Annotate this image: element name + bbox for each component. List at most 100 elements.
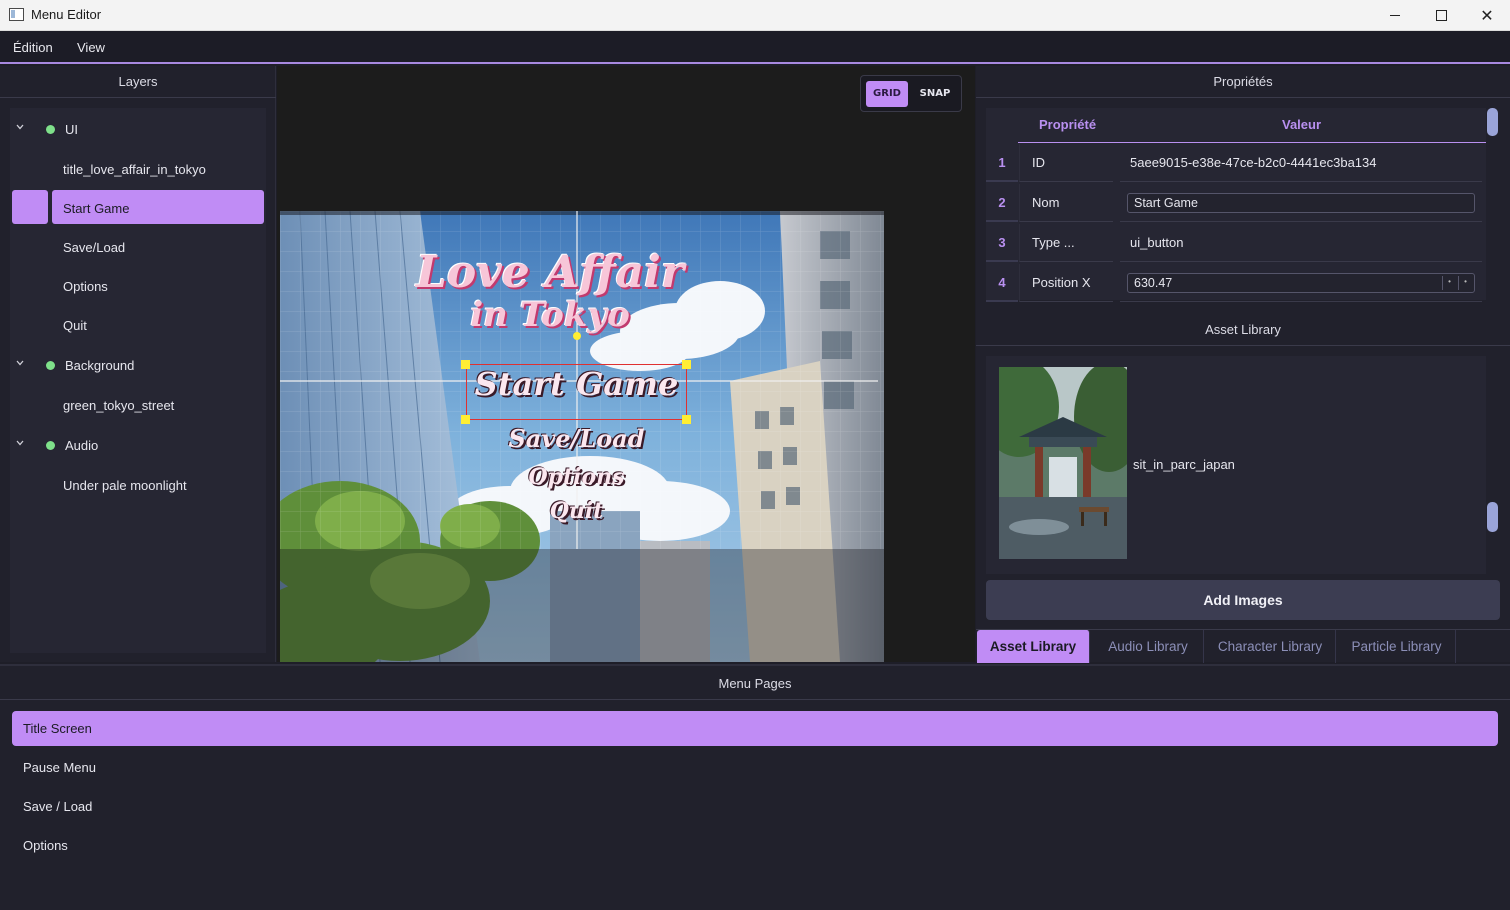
scene-title-line2: in Tokyo [470, 295, 630, 335]
scene-title[interactable]: Love Affair in Tokyo [400, 247, 700, 335]
row-number: 2 [986, 184, 1018, 222]
page-item-pause-menu[interactable]: Pause Menu [12, 750, 1498, 785]
tab-character-library[interactable]: Character Library [1205, 630, 1336, 663]
layer-item-selected[interactable]: Start Game [10, 190, 266, 226]
asset-scrollbar[interactable] [1487, 502, 1498, 532]
asset-library-header: Asset Library [976, 316, 1510, 346]
asset-grid: sit_in_parc_japan [986, 356, 1486, 574]
row-number: 1 [986, 144, 1018, 182]
menu-view[interactable]: View [77, 40, 105, 55]
page-item-options[interactable]: Options [12, 828, 1498, 863]
minimize-icon [1390, 15, 1400, 16]
resize-handle[interactable] [461, 415, 470, 424]
column-header-property: Propriété [1039, 117, 1097, 132]
window-title: Menu Editor [31, 7, 102, 22]
layer-label: title_love_affair_in_tokyo [63, 162, 206, 177]
resize-handle[interactable] [682, 415, 691, 424]
property-value-id[interactable]: 5aee9015-e38e-47ce-b2c0-4441ec3ba134 [1120, 144, 1482, 182]
scene-preview[interactable]: Love Affair in Tokyo Start Game Save/Loa… [280, 211, 884, 662]
page-item-save-load[interactable]: Save / Load [12, 789, 1498, 824]
layer-label: Background [65, 358, 135, 373]
layer-visible-dot [46, 361, 55, 370]
chevron-down-icon[interactable] [16, 439, 24, 447]
layer-label: Quit [63, 318, 87, 333]
column-header-value: Valeur [1282, 117, 1322, 132]
menu-bar: Édition View [0, 31, 1510, 64]
asset-image [999, 367, 1127, 559]
property-row: 2 Nom Start Game [986, 184, 1486, 224]
chevron-down-icon[interactable] [16, 359, 24, 367]
close-button[interactable]: ✕ [1464, 0, 1510, 31]
page-item-title-screen[interactable]: Title Screen [12, 711, 1498, 746]
layer-item[interactable]: Quit [10, 307, 266, 343]
property-row: 1 ID 5aee9015-e38e-47ce-b2c0-4441ec3ba13… [986, 144, 1486, 184]
name-input[interactable]: Start Game [1127, 193, 1475, 213]
scene-button-saveload[interactable]: Save/Load [466, 424, 687, 453]
scene-button-options[interactable]: Options [466, 464, 687, 490]
add-images-button[interactable]: Add Images [986, 580, 1500, 620]
row-number: 4 [986, 264, 1018, 302]
maximize-icon [1435, 10, 1447, 21]
canvas-viewport[interactable]: GRID SNAP Love Affair in Tokyo Start Gam… [277, 66, 975, 662]
layer-item[interactable]: Under pale moonlight [10, 467, 266, 503]
layer-label: Under pale moonlight [63, 478, 187, 493]
layer-group-ui[interactable]: UI [10, 111, 266, 147]
scene-button-start[interactable]: Start Game [466, 365, 687, 403]
property-key: Position X [1019, 264, 1113, 302]
minimize-button[interactable] [1372, 0, 1418, 31]
position-x-spinbox[interactable]: 630.47 • • [1127, 273, 1475, 293]
grid-button[interactable]: GRID [866, 81, 908, 107]
property-key: ID [1019, 144, 1113, 182]
layer-label: green_tokyo_street [63, 398, 175, 413]
window-titlebar: Menu Editor ✕ [0, 0, 1510, 31]
layer-label: Audio [65, 438, 99, 453]
snap-button[interactable]: SNAP [914, 81, 956, 107]
layer-label: Start Game [63, 201, 130, 216]
layer-item[interactable]: title_love_affair_in_tokyo [10, 151, 266, 187]
maximize-button[interactable] [1418, 0, 1464, 31]
layers-tree: UI title_love_affair_in_tokyo Start Game… [10, 108, 266, 653]
scene-button-quit[interactable]: Quit [466, 498, 687, 524]
scene-title-line1: Love Affair [415, 247, 685, 298]
property-key: Type ... [1019, 224, 1113, 262]
anchor-point[interactable] [573, 332, 581, 340]
layer-group-audio[interactable]: Audio [10, 427, 266, 463]
layer-label: UI [65, 122, 78, 137]
property-row: 4 Position X 630.47 • • [986, 264, 1486, 304]
tab-particle-library[interactable]: Particle Library [1338, 630, 1456, 663]
row-number: 3 [986, 224, 1018, 262]
grid-snap-toggle: GRID SNAP [860, 75, 962, 112]
properties-scrollbar[interactable] [1487, 108, 1498, 136]
menu-pages-header: Menu Pages [0, 666, 1510, 700]
properties-panel: Propriétés Propriété Valeur 1 ID 5aee901… [976, 66, 1510, 316]
property-value-type[interactable]: ui_button [1120, 224, 1482, 262]
chevron-down-icon[interactable] [16, 123, 24, 131]
app-icon [9, 8, 24, 21]
layer-label: Save/Load [63, 240, 126, 255]
asset-name: sit_in_parc_japan [1133, 457, 1235, 472]
property-row: 3 Type ... ui_button [986, 224, 1486, 264]
layer-visible-dot [46, 441, 55, 450]
properties-table: Propriété Valeur 1 ID 5aee9015-e38e-47ce… [986, 108, 1486, 302]
layer-group-background[interactable]: Background [10, 347, 266, 383]
layer-item[interactable]: green_tokyo_street [10, 387, 266, 423]
position-x-value: 630.47 [1134, 276, 1173, 290]
selection-highlight [12, 190, 48, 224]
layer-visible-dot [46, 125, 55, 134]
layer-item[interactable]: Options [10, 268, 266, 304]
layer-item[interactable]: Save/Load [10, 229, 266, 265]
spin-down-icon[interactable]: • [1442, 276, 1456, 290]
property-key: Nom [1019, 184, 1113, 222]
menu-edition[interactable]: Édition [13, 40, 53, 55]
library-tabs: Asset Library Audio Library Character Li… [976, 629, 1510, 663]
close-icon: ✕ [1480, 6, 1494, 25]
header-divider [1018, 142, 1486, 143]
spin-up-icon[interactable]: • [1458, 276, 1472, 290]
properties-header: Propriétés [976, 66, 1510, 98]
asset-thumbnail[interactable] [999, 367, 1127, 559]
asset-library-panel: Asset Library sit_in_parc_japan Add Imag… [976, 316, 1510, 663]
tab-asset-library[interactable]: Asset Library [977, 630, 1090, 663]
layer-label: Options [63, 279, 108, 294]
tab-audio-library[interactable]: Audio Library [1093, 630, 1204, 663]
layers-panel: Layers UI title_love_affair_in_tokyo Sta… [0, 66, 276, 662]
